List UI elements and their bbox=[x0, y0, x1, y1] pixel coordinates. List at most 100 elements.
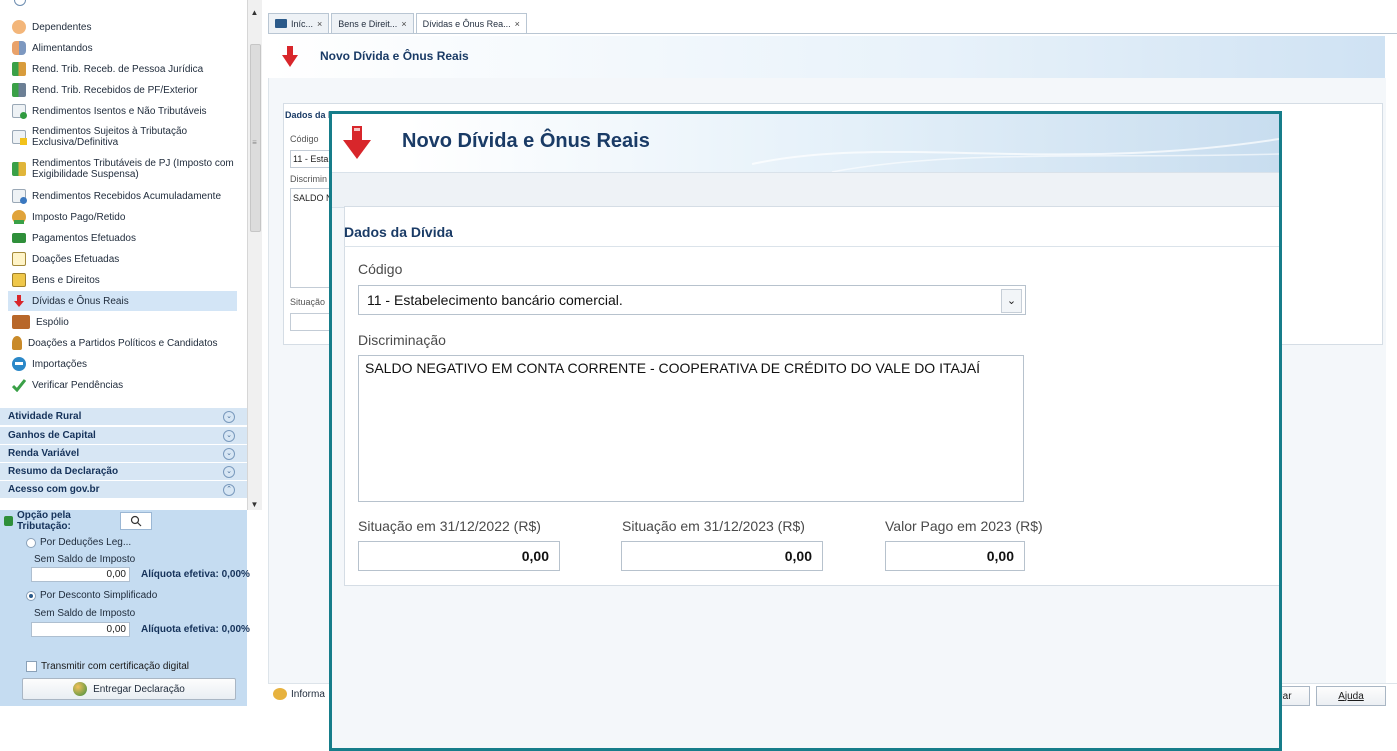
dependents-icon bbox=[12, 20, 26, 34]
tributacao-tab[interactable]: Opção pela Tributação: bbox=[4, 510, 116, 532]
valor-pago-2023-label: Valor Pago em 2023 (R$) bbox=[885, 518, 1043, 534]
situacao-2022-label: Situação em 31/12/2022 (R$) bbox=[358, 518, 541, 534]
info-link[interactable]: Informa bbox=[273, 688, 325, 700]
arrow-money-icon bbox=[12, 83, 26, 97]
option1-aliquota: Alíquota efetiva: 0,00% bbox=[141, 569, 250, 580]
sidebar-item-pendencias[interactable]: Verificar Pendências bbox=[11, 375, 123, 395]
codigo-value: 11 - Estabelecimento bancário comercial. bbox=[367, 292, 623, 308]
document-check-icon bbox=[12, 104, 27, 119]
help-button[interactable]: Ajuda bbox=[1316, 686, 1386, 706]
sidebar-nav: Dependentes Alimentandos Rend. Trib. Rec… bbox=[0, 0, 247, 508]
discriminacao-label: Discriminação bbox=[358, 332, 446, 348]
sidebar-item-rend-isentos[interactable]: Rendimentos Isentos e Não Tributáveis bbox=[12, 101, 207, 121]
sidebar-item-rend-pf-exterior[interactable]: Rend. Trib. Recebidos de PF/Exterior bbox=[12, 80, 198, 100]
situacao-2023-field[interactable]: 0,00 bbox=[621, 541, 823, 571]
chevron-down-icon[interactable]: ⌄ bbox=[1001, 289, 1022, 313]
sidebar-item-rend-exclusiva[interactable]: Rendimentos Sujeitos à Tributação Exclusi… bbox=[12, 123, 187, 151]
background-codigo-label: Código bbox=[290, 134, 319, 144]
check-mark-icon bbox=[11, 378, 27, 393]
sidebar-item-rra[interactable]: Rendimentos Recebidos Acumuladamente bbox=[12, 186, 221, 206]
scroll-up-icon[interactable]: ▲ bbox=[250, 8, 259, 17]
sidebar-item-partidos[interactable]: Doações a Partidos Políticos e Candidato… bbox=[12, 333, 218, 353]
discriminacao-textarea[interactable]: SALDO NEGATIVO EM CONTA CORRENTE - COOPE… bbox=[358, 355, 1024, 502]
sidebar-item-dividas[interactable]: Dívidas e Ônus Reais bbox=[8, 291, 237, 311]
search-tab[interactable] bbox=[120, 512, 152, 530]
scroll-grip-icon: ≡ bbox=[252, 138, 257, 147]
group-renda-variavel[interactable]: Renda Variável ⌄ bbox=[0, 444, 247, 462]
document-warning-icon bbox=[12, 130, 27, 145]
tributacao-icon bbox=[4, 516, 13, 526]
certificado-option[interactable]: Transmitir com certificação digital bbox=[26, 661, 189, 672]
section-title: Dados da Dívida bbox=[344, 224, 453, 240]
option-deducoes-legais[interactable]: Por Deduções Leg... bbox=[26, 537, 131, 548]
sidebar-item-bens[interactable]: Bens e Direitos bbox=[12, 270, 100, 290]
arrow-money-icon bbox=[12, 62, 26, 76]
tab-dividas[interactable]: Dívidas e Ônus Rea... × bbox=[415, 13, 527, 33]
background-header: Novo Dívida e Ônus Reais bbox=[268, 36, 1385, 79]
radio-deducoes[interactable] bbox=[26, 537, 36, 548]
chevron-down-icon[interactable]: ⌄ bbox=[223, 448, 235, 460]
arrow-money-warning-icon bbox=[12, 162, 26, 176]
chevron-down-icon[interactable]: ⌄ bbox=[223, 430, 235, 442]
sidebar-item-alimentandos[interactable]: Alimentandos bbox=[12, 38, 93, 58]
sidebar-item-imposto-pago[interactable]: Imposto Pago/Retido bbox=[12, 207, 125, 227]
sidebar-item-espolio[interactable]: Espólio bbox=[12, 312, 69, 332]
debt-arrow-icon bbox=[12, 294, 26, 308]
debt-arrow-icon bbox=[282, 46, 298, 67]
option2-aliquota: Alíquota efetiva: 0,00% bbox=[141, 624, 250, 635]
tax-paid-icon bbox=[12, 210, 26, 224]
close-icon[interactable]: × bbox=[401, 19, 406, 29]
globe-send-icon bbox=[73, 682, 88, 696]
close-icon[interactable]: × bbox=[317, 19, 322, 29]
certificado-checkbox[interactable] bbox=[26, 661, 37, 672]
section-divider bbox=[344, 246, 1279, 247]
chevron-down-icon[interactable]: ⌄ bbox=[223, 411, 235, 423]
option2-status: Sem Saldo de Imposto bbox=[34, 608, 136, 619]
situacao-2022-field[interactable]: 0,00 bbox=[358, 541, 560, 571]
dependents-pair-icon bbox=[12, 41, 26, 55]
sidebar-item-dependentes[interactable]: Dependentes bbox=[12, 17, 92, 37]
radio-simplificado[interactable] bbox=[26, 590, 36, 601]
option1-status: Sem Saldo de Imposto bbox=[34, 554, 136, 565]
header-swoosh-decoration bbox=[751, 138, 1279, 172]
entregar-declaracao-button[interactable]: Entregar Declaração bbox=[22, 678, 236, 700]
group-atividade-rural[interactable]: Atividade Rural ⌄ bbox=[0, 407, 247, 425]
sidebar-item-doacoes[interactable]: Doações Efetuadas bbox=[12, 249, 119, 269]
group-resumo-declaracao[interactable]: Resumo da Declaração ⌄ bbox=[0, 462, 247, 480]
sidebar-item-importacoes[interactable]: Importações bbox=[12, 354, 87, 374]
document-tabs: Iníc... × Bens e Direit... × Dívidas e Ô… bbox=[268, 13, 529, 33]
import-icon bbox=[12, 357, 26, 371]
sidebar-item-pagamentos[interactable]: Pagamentos Efetuados bbox=[12, 228, 136, 248]
home-screen-icon bbox=[275, 19, 287, 28]
valor-pago-2023-field[interactable]: 0,00 bbox=[885, 541, 1025, 571]
chevron-up-icon[interactable]: ⌃ bbox=[223, 484, 235, 496]
chevron-down-icon[interactable]: ⌄ bbox=[223, 466, 235, 478]
dialog-toolbar bbox=[332, 172, 1279, 208]
option2-value: 0,00 bbox=[31, 622, 130, 637]
sidebar-scrollbar[interactable]: ▲ ≡ ▼ bbox=[247, 0, 262, 510]
chest-icon bbox=[12, 315, 30, 329]
debt-dialog: Novo Dívida e Ônus Reais Dados da Dívida… bbox=[329, 111, 1282, 751]
tab-bens-direitos[interactable]: Bens e Direit... × bbox=[331, 13, 414, 33]
donation-icon bbox=[12, 252, 26, 266]
option-desconto-simplificado[interactable]: Por Desconto Simplificado bbox=[26, 590, 157, 601]
sidebar-item-rend-exigibilidade[interactable]: Rendimentos Tributáveis de PJ (Imposto c… bbox=[12, 155, 234, 183]
tab-inicio[interactable]: Iníc... × bbox=[268, 13, 330, 33]
payment-card-icon bbox=[12, 233, 26, 243]
close-icon[interactable]: × bbox=[515, 19, 520, 29]
codigo-select[interactable]: 11 - Estabelecimento bancário comercial.… bbox=[358, 285, 1026, 315]
background-header-title: Novo Dívida e Ônus Reais bbox=[320, 49, 469, 63]
dialog-header: Novo Dívida e Ônus Reais bbox=[332, 114, 1279, 172]
background-situacao-label: Situação bbox=[290, 297, 326, 307]
party-donation-icon bbox=[12, 336, 22, 350]
info-check-icon bbox=[273, 688, 287, 700]
codigo-label: Código bbox=[358, 261, 403, 277]
partial-icon bbox=[14, 0, 26, 6]
sidebar-item-rend-pj[interactable]: Rend. Trib. Receb. de Pessoa Jurídica bbox=[12, 59, 203, 79]
background-section-title: Dados da D bbox=[285, 110, 335, 120]
group-acesso-govbr[interactable]: Acesso com gov.br ⌃ bbox=[0, 480, 247, 498]
document-clock-icon bbox=[12, 189, 27, 204]
group-ganhos-capital[interactable]: Ganhos de Capital ⌄ bbox=[0, 426, 247, 444]
background-discr-label: Discrimin bbox=[290, 174, 327, 184]
scroll-down-icon[interactable]: ▼ bbox=[250, 500, 259, 509]
